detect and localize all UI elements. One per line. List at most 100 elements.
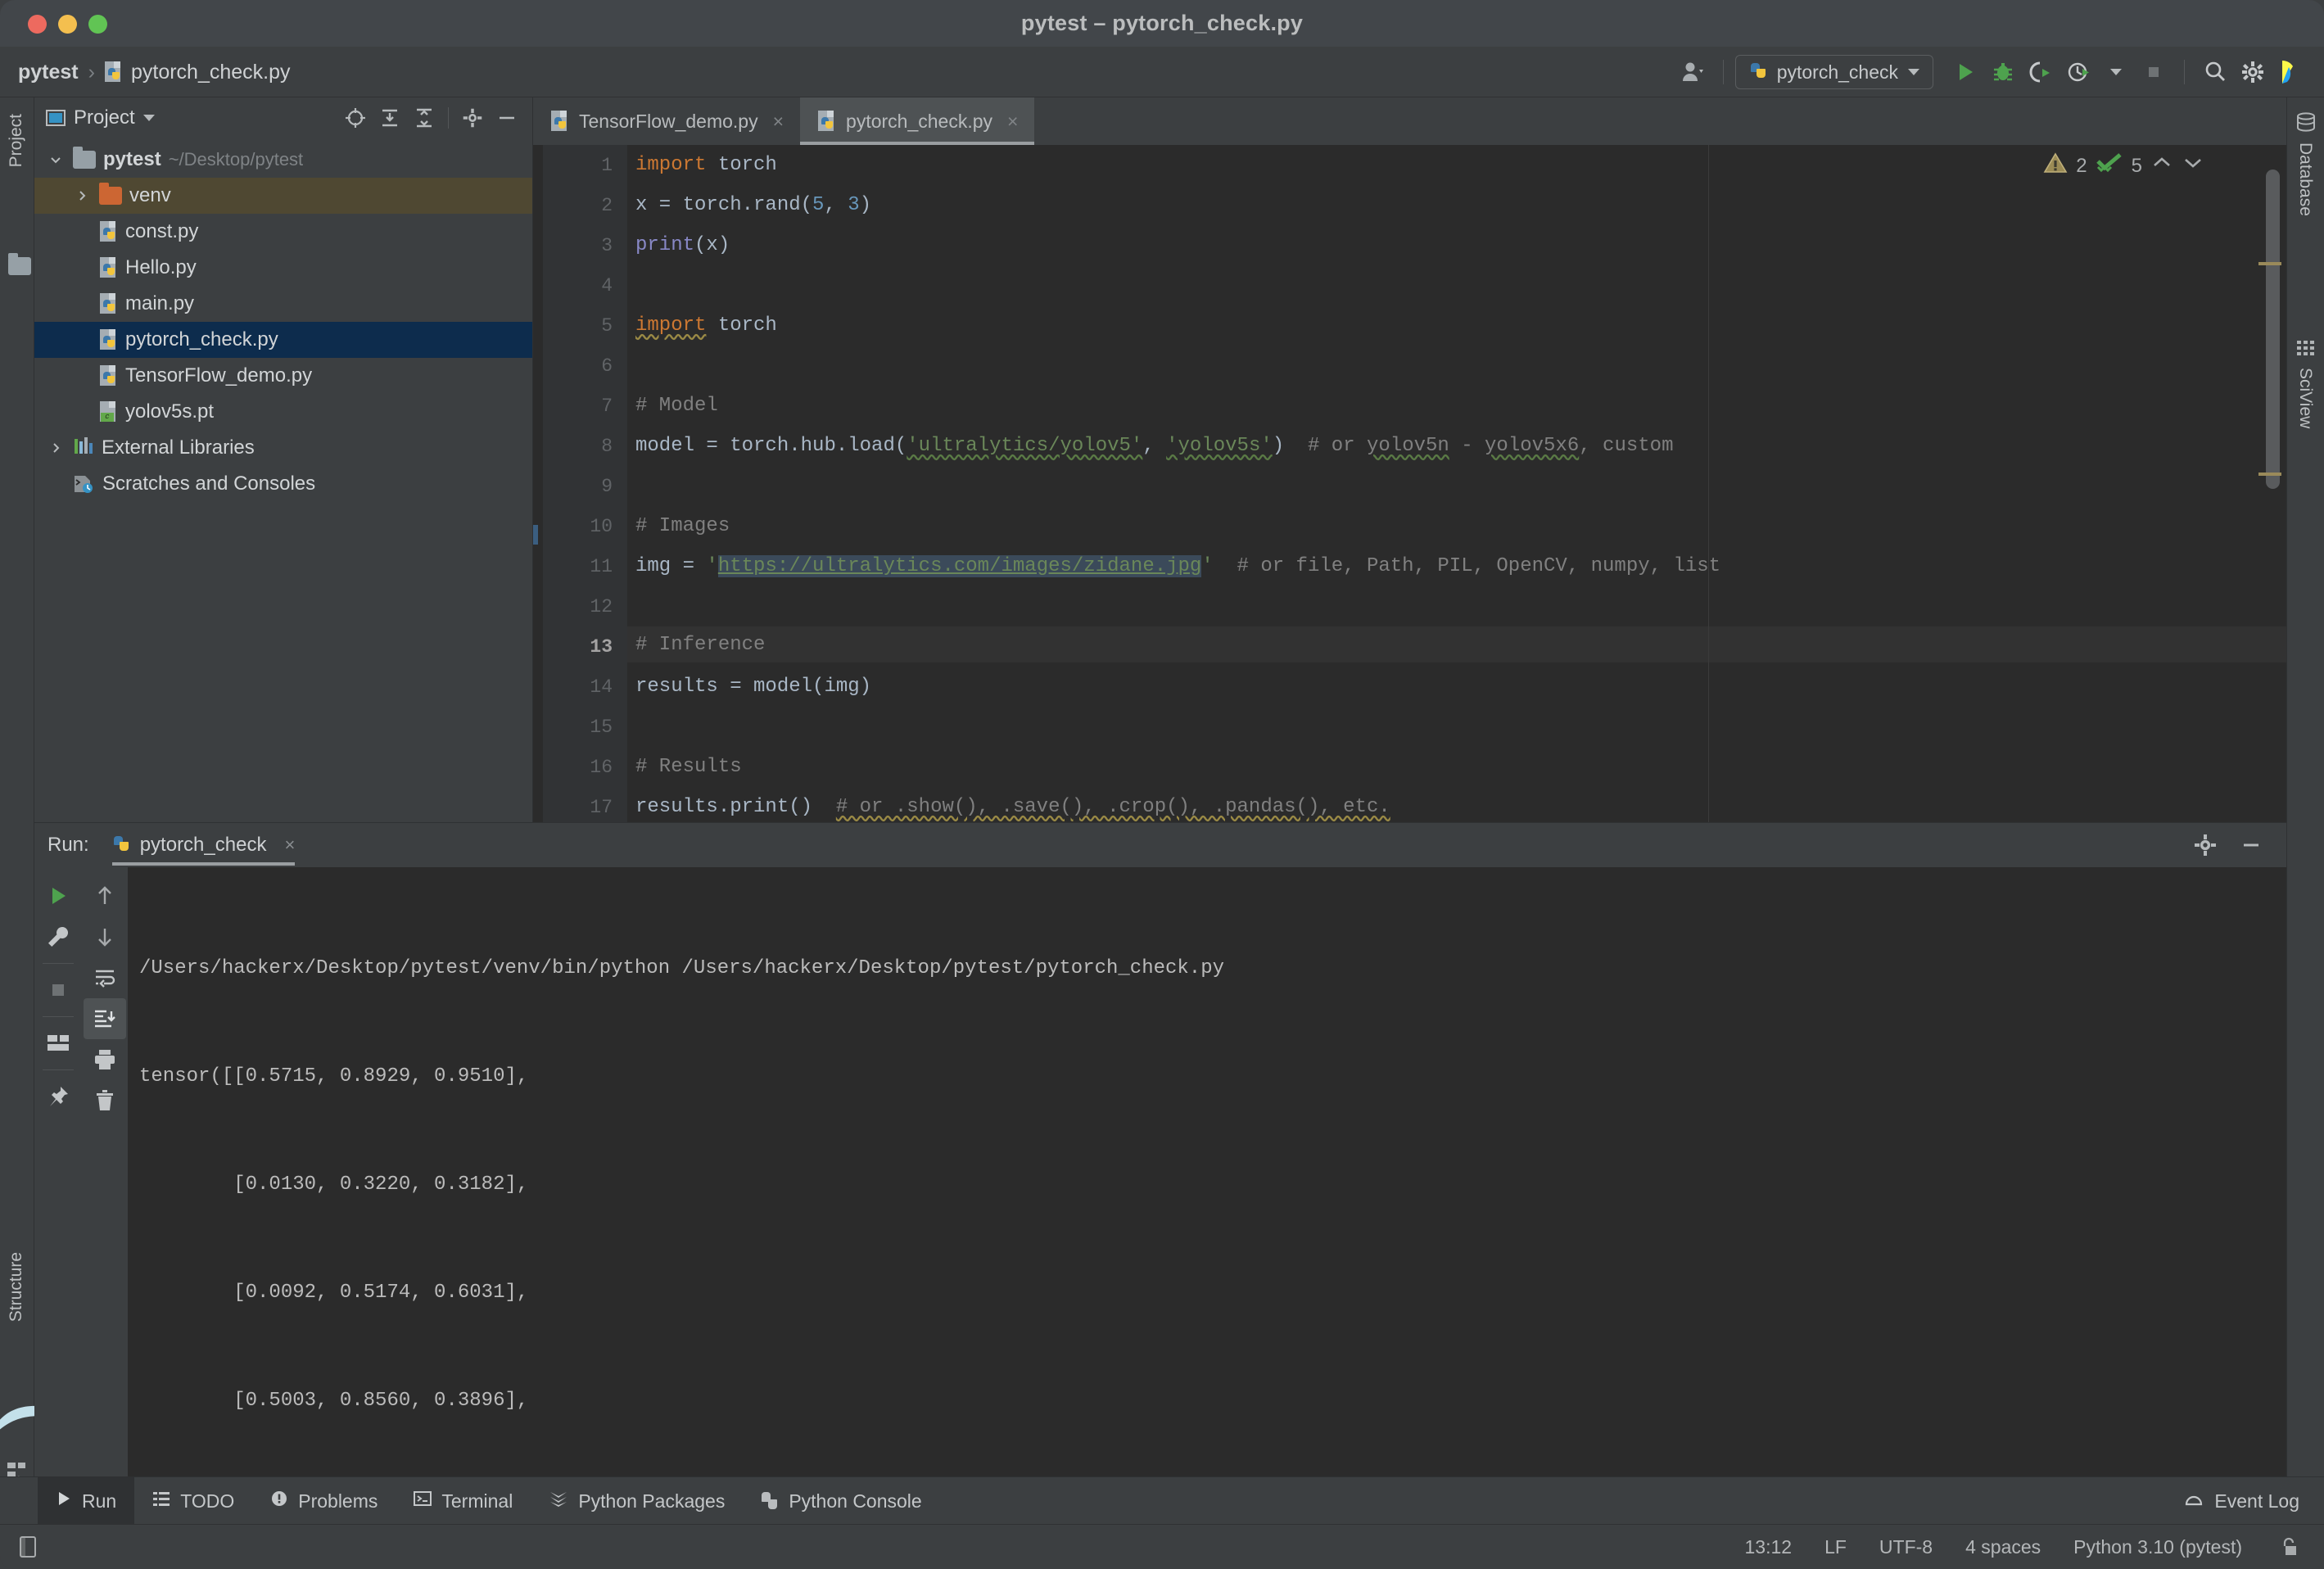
bottom-tab-terminal[interactable]: Terminal <box>396 1477 531 1525</box>
chevron-right-icon[interactable] <box>72 189 92 202</box>
toggle-sidebar-icon[interactable] <box>15 1533 43 1561</box>
console-output[interactable]: /Users/hackerx/Desktop/pytest/venv/bin/p… <box>128 867 2286 1477</box>
gutter-selection-marker <box>533 525 538 545</box>
unlocked-icon[interactable] <box>2275 1533 2303 1561</box>
stop-icon[interactable] <box>2135 53 2173 91</box>
tree-node-pytorch-check-py[interactable]: pytorch_check.py <box>34 322 532 358</box>
python-file-icon <box>100 365 118 387</box>
tree-node-yolov5s-pt[interactable]: c yolov5s.pt <box>34 394 532 430</box>
close-tab-icon[interactable]: × <box>1007 111 1018 133</box>
indent-setting[interactable]: 4 spaces <box>1965 1536 2041 1558</box>
tree-node-tensorflow-demo-py[interactable]: TensorFlow_demo.py <box>34 358 532 394</box>
pin-icon[interactable] <box>37 1076 79 1117</box>
chevron-down-icon[interactable] <box>46 153 66 166</box>
tree-node-const-py[interactable]: const.py <box>34 214 532 250</box>
bottom-tab-problems[interactable]: Problems <box>252 1477 396 1525</box>
layout-icon[interactable] <box>37 1023 79 1064</box>
file-encoding[interactable]: UTF-8 <box>1879 1536 1933 1558</box>
line-number: 16 <box>590 757 613 778</box>
close-run-tab-icon[interactable]: × <box>284 834 295 856</box>
chevron-up-icon[interactable] <box>2150 152 2173 179</box>
python-interpreter[interactable]: Python 3.10 (pytest) <box>2073 1536 2242 1558</box>
user-avatar-icon[interactable] <box>1674 53 1711 91</box>
gear-icon[interactable] <box>457 102 488 133</box>
down-arrow-icon[interactable] <box>84 916 126 957</box>
line-separator[interactable]: LF <box>1824 1536 1847 1558</box>
stripe-button-structure[interactable]: Structure <box>7 1252 26 1322</box>
ide-logo-icon[interactable] <box>2272 53 2309 91</box>
stripe-button-sciview[interactable]: SciView <box>2295 368 2315 428</box>
tree-node-main-py[interactable]: main.py <box>34 286 532 322</box>
trash-icon[interactable] <box>84 1080 126 1121</box>
line-number-gutter[interactable]: 1 2 3 4 5 6 7 8 9 10 11 12 13 14 15 16 1… <box>533 145 627 823</box>
print-icon[interactable] <box>84 1039 126 1080</box>
gear-icon[interactable] <box>2190 830 2221 861</box>
code-line-8: model = torch.hub.load('ultralytics/yolo… <box>635 434 1674 457</box>
run-tab-pytorch-check[interactable]: pytorch_check × <box>111 823 302 867</box>
editor-scrollbar-thumb[interactable] <box>2266 170 2280 489</box>
editor-tab-tensorflow-demo[interactable]: TensorFlow_demo.py × <box>533 97 800 145</box>
line-number: 3 <box>601 235 613 256</box>
chevron-down-icon <box>1908 69 1919 75</box>
close-tab-icon[interactable]: × <box>773 111 784 133</box>
locate-icon[interactable] <box>340 102 371 133</box>
code-line-2: x = torch.rand(5, 3) <box>635 193 872 216</box>
code-line-10: # Images <box>635 514 730 537</box>
soft-wrap-icon[interactable] <box>84 957 126 998</box>
breadcrumb-project[interactable]: pytest <box>18 61 79 84</box>
debug-icon[interactable] <box>1984 53 2022 91</box>
caret-position[interactable]: 13:12 <box>1745 1536 1793 1558</box>
gear-icon[interactable] <box>2234 53 2272 91</box>
tree-node-venv[interactable]: venv <box>34 178 532 214</box>
profile-dropdown-icon[interactable] <box>2097 53 2135 91</box>
stripe-button-database[interactable]: Database <box>2295 142 2315 216</box>
warning-triangle-icon[interactable] <box>2043 151 2068 180</box>
bottom-tab-todo[interactable]: TODO <box>134 1477 252 1525</box>
tree-node-external-libraries[interactable]: External Libraries <box>34 430 532 466</box>
tree-node-pytest[interactable]: pytest ~/Desktop/pytest <box>34 142 532 178</box>
terminal-icon <box>414 1490 432 1512</box>
stripe-button-project[interactable]: Project <box>7 114 26 167</box>
bottom-tab-label: Python Console <box>789 1490 922 1512</box>
event-log-button[interactable]: Event Log <box>2183 1488 2324 1514</box>
green-check-icon[interactable] <box>2096 151 2123 180</box>
collapse-all-icon[interactable] <box>409 102 440 133</box>
run-icon[interactable] <box>1946 53 1984 91</box>
expand-all-icon[interactable] <box>374 102 405 133</box>
tree-node-hello-py[interactable]: Hello.py <box>34 250 532 286</box>
coverage-icon[interactable] <box>2022 53 2059 91</box>
profile-icon[interactable] <box>2059 53 2097 91</box>
chevron-right-icon[interactable] <box>46 441 66 454</box>
chevron-down-icon[interactable] <box>142 115 155 121</box>
code-editor[interactable]: 1 2 3 4 5 6 7 8 9 10 11 12 13 14 15 16 1… <box>533 145 2286 823</box>
line-number: 8 <box>601 436 613 457</box>
error-stripe-mark[interactable] <box>2258 262 2281 265</box>
search-icon[interactable] <box>2196 53 2234 91</box>
breadcrumb-file[interactable]: pytorch_check.py <box>104 61 291 84</box>
chevron-down-icon[interactable] <box>2182 152 2204 179</box>
gutter-marker-strip <box>533 145 543 823</box>
hide-panel-icon[interactable] <box>2236 830 2267 861</box>
editor-tab-pytorch-check[interactable]: pytorch_check.py × <box>800 97 1035 145</box>
left-tool-stripe: Project Structure Favorites <box>0 97 52 1546</box>
stop-icon[interactable] <box>37 970 79 1011</box>
hide-panel-icon[interactable] <box>491 102 522 133</box>
line-number: 9 <box>601 476 613 497</box>
bottom-tab-python-console[interactable]: Python Console <box>743 1477 939 1525</box>
code-line-16: # Results <box>635 755 742 778</box>
run-configuration-selector[interactable]: pytorch_check <box>1734 55 1933 89</box>
code-content[interactable]: import torch x = torch.rand(5, 3) print(… <box>627 145 2286 823</box>
rerun-icon[interactable] <box>37 875 79 916</box>
error-stripe-mark[interactable] <box>2258 473 2281 476</box>
up-arrow-icon[interactable] <box>84 875 126 916</box>
tree-node-scratches-and-consoles[interactable]: Scratches and Consoles <box>34 466 532 502</box>
bottom-tab-python-packages[interactable]: Python Packages <box>531 1477 743 1525</box>
bottom-tab-label: TODO <box>180 1490 235 1512</box>
scratches-icon <box>72 474 95 494</box>
tree-node-label: External Libraries <box>102 436 255 459</box>
scroll-to-end-icon[interactable] <box>84 998 126 1039</box>
line-number: 5 <box>601 315 613 337</box>
wrench-icon[interactable] <box>37 916 79 957</box>
bottom-tab-run[interactable]: Run <box>38 1477 135 1525</box>
